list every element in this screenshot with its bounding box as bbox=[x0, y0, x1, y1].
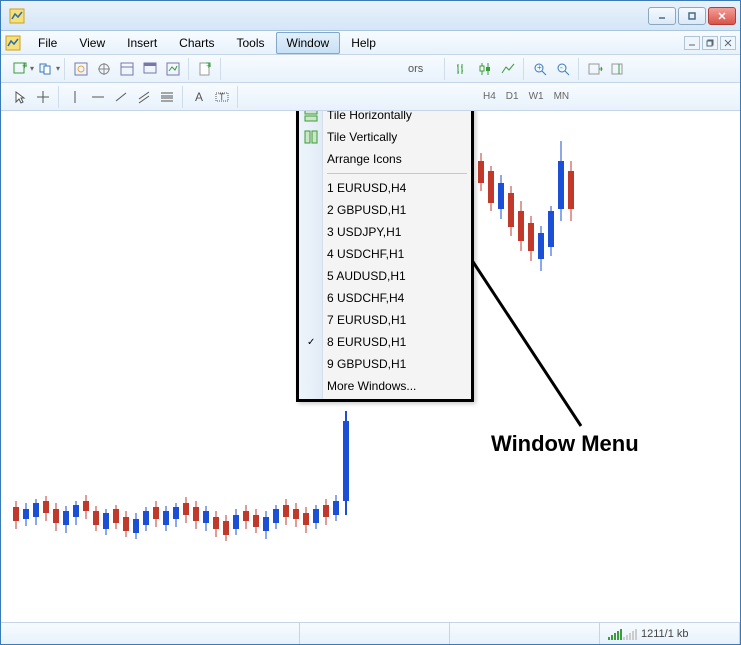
svg-text:-: - bbox=[560, 63, 563, 72]
menu-window[interactable]: Window bbox=[276, 32, 341, 54]
crosshair-button[interactable] bbox=[32, 86, 54, 108]
menu-window-3[interactable]: 3 USDJPY,H1 bbox=[299, 221, 471, 243]
window-dropdown-menu: + New Window Cascade Tile Horizontally T… bbox=[296, 111, 474, 402]
menu-window-5[interactable]: 5 AUDUSD,H1 bbox=[299, 265, 471, 287]
bar-chart-button[interactable] bbox=[451, 58, 473, 80]
menu-window-1[interactable]: 1 EURUSD,H4 bbox=[299, 177, 471, 199]
dropdown-icon[interactable]: ▾ bbox=[30, 64, 34, 73]
menu-file[interactable]: File bbox=[27, 32, 68, 54]
profiles-button[interactable] bbox=[35, 58, 57, 80]
timeframe-mn[interactable]: MN bbox=[550, 89, 574, 104]
menu-window-8[interactable]: ✓8 EURUSD,H1 bbox=[299, 331, 471, 353]
text-label-button[interactable]: T bbox=[211, 86, 233, 108]
chart-area[interactable]: Window Menu + New Window Cascade Tile Ho… bbox=[1, 111, 740, 622]
toolbar-drawing: A T H4 D1 W1 MN bbox=[1, 83, 740, 111]
menu-separator bbox=[327, 173, 467, 174]
vertical-line-button[interactable] bbox=[64, 86, 86, 108]
status-cell-3 bbox=[450, 623, 600, 644]
menu-window-2[interactable]: 2 GBPUSD,H1 bbox=[299, 199, 471, 221]
status-cell-1 bbox=[1, 623, 300, 644]
market-watch-button[interactable] bbox=[70, 58, 92, 80]
trendline-button[interactable] bbox=[110, 86, 132, 108]
menu-tile-horizontally[interactable]: Tile Horizontally bbox=[299, 111, 471, 126]
navigator-button[interactable] bbox=[93, 58, 115, 80]
svg-text:+: + bbox=[537, 63, 542, 72]
application-window: File View Insert Charts Tools Window Hel… bbox=[0, 0, 741, 645]
menu-help[interactable]: Help bbox=[340, 32, 387, 54]
status-kb: 1211/1 kb bbox=[641, 628, 689, 640]
terminal-button[interactable] bbox=[139, 58, 161, 80]
dropdown-icon[interactable]: ▾ bbox=[56, 64, 60, 73]
menu-window-9[interactable]: 9 GBPUSD,H1 bbox=[299, 353, 471, 375]
cursor-button[interactable] bbox=[9, 86, 31, 108]
annotation-line bbox=[451, 231, 611, 441]
timeframe-h4[interactable]: H4 bbox=[479, 89, 500, 104]
menu-window-7[interactable]: 7 EURUSD,H1 bbox=[299, 309, 471, 331]
channel-button[interactable] bbox=[133, 86, 155, 108]
mdi-close-button[interactable] bbox=[720, 36, 736, 50]
text-button[interactable]: A bbox=[188, 86, 210, 108]
tile-horizontal-icon bbox=[303, 111, 319, 123]
line-chart-button[interactable] bbox=[497, 58, 519, 80]
horizontal-line-button[interactable] bbox=[87, 86, 109, 108]
minimize-button[interactable] bbox=[648, 7, 676, 25]
zoom-out-button[interactable]: - bbox=[552, 58, 574, 80]
check-icon: ✓ bbox=[307, 337, 315, 348]
mdi-minimize-button[interactable] bbox=[684, 36, 700, 50]
tile-vertical-icon bbox=[303, 129, 319, 145]
menubar-app-icon bbox=[5, 35, 21, 51]
menu-window-4[interactable]: 4 USDCHF,H1 bbox=[299, 243, 471, 265]
candlestick-button[interactable] bbox=[474, 58, 496, 80]
close-button[interactable] bbox=[708, 7, 736, 25]
strategy-tester-button[interactable] bbox=[162, 58, 184, 80]
menu-tools[interactable]: Tools bbox=[226, 32, 276, 54]
maximize-button[interactable] bbox=[678, 7, 706, 25]
status-connection: 1211/1 kb bbox=[600, 623, 740, 644]
menu-charts[interactable]: Charts bbox=[168, 32, 225, 54]
status-cell-2 bbox=[300, 623, 450, 644]
app-icon bbox=[9, 8, 25, 24]
fibonacci-button[interactable] bbox=[156, 86, 178, 108]
timeframe-w1[interactable]: W1 bbox=[525, 89, 548, 104]
zoom-in-button[interactable]: + bbox=[529, 58, 551, 80]
annotation-label: Window Menu bbox=[491, 431, 639, 457]
menu-window-6[interactable]: 6 USDCHF,H4 bbox=[299, 287, 471, 309]
toolbar-text-fragment: ors bbox=[408, 63, 423, 75]
menu-tile-vertically[interactable]: Tile Vertically bbox=[299, 126, 471, 148]
statusbar: 1211/1 kb bbox=[1, 622, 740, 644]
menubar: File View Insert Charts Tools Window Hel… bbox=[1, 31, 740, 55]
menu-view[interactable]: View bbox=[68, 32, 116, 54]
menu-insert[interactable]: Insert bbox=[116, 32, 168, 54]
svg-text:T: T bbox=[219, 92, 225, 102]
chart-shift-button[interactable] bbox=[607, 58, 629, 80]
svg-text:+: + bbox=[22, 61, 27, 71]
auto-scroll-button[interactable] bbox=[584, 58, 606, 80]
new-chart-button[interactable]: + bbox=[9, 58, 31, 80]
new-order-button[interactable]: + bbox=[194, 58, 216, 80]
svg-text:+: + bbox=[206, 61, 211, 71]
titlebar bbox=[1, 1, 740, 31]
mdi-restore-button[interactable] bbox=[702, 36, 718, 50]
menu-arrange-icons[interactable]: Arrange Icons bbox=[299, 148, 471, 170]
connection-bars-icon bbox=[608, 628, 637, 640]
toolbar-main: + ▾ ▾ + ors + - bbox=[1, 55, 740, 83]
data-window-button[interactable] bbox=[116, 58, 138, 80]
timeframe-d1[interactable]: D1 bbox=[502, 89, 523, 104]
menu-more-windows[interactable]: More Windows... bbox=[299, 375, 471, 397]
